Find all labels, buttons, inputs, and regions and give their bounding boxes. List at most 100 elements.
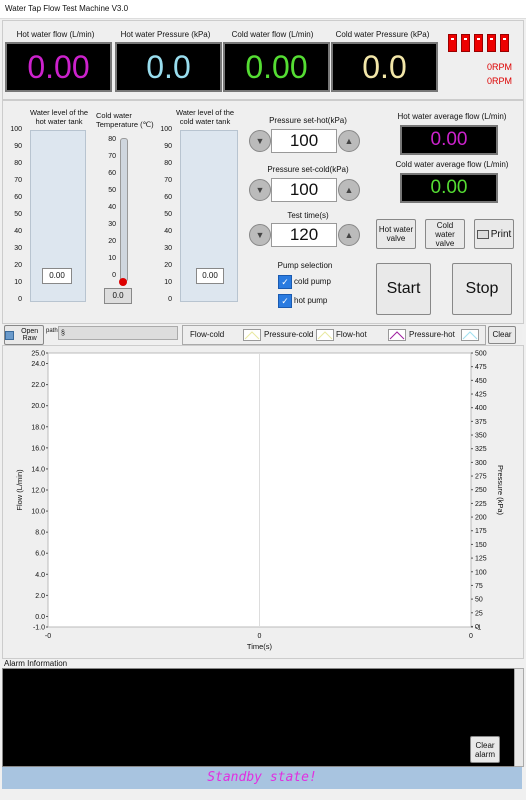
scale-tick: 80 bbox=[164, 160, 172, 167]
pressure-hot-input[interactable]: 100 bbox=[271, 129, 337, 153]
clear-alarm-label: Clear alarm bbox=[474, 740, 495, 759]
pressure-hot-decrease-button[interactable]: ▼ bbox=[249, 130, 271, 152]
test-time-decrease-button[interactable]: ▼ bbox=[249, 224, 271, 246]
scale-tick: 90 bbox=[14, 143, 22, 150]
alarm-scrollbar[interactable] bbox=[514, 668, 524, 767]
cold-flow-display: 0.00 bbox=[223, 42, 330, 92]
open-raw-button[interactable]: Open Raw bbox=[4, 325, 44, 345]
y2-axis-tick-label: 125 bbox=[475, 556, 487, 563]
hot-flow-label: Hot water flow (L/min) bbox=[16, 30, 95, 39]
y2-axis-tick-label: 475 bbox=[475, 364, 487, 371]
temperature-label: Cold water Temperature (℃) bbox=[96, 111, 154, 129]
y2-axis-tick-label: 300 bbox=[475, 460, 487, 467]
cold-pressure-label: Cold water Pressure (kPa) bbox=[335, 30, 430, 39]
y2-axis-tick-label: 225 bbox=[475, 501, 487, 508]
x-axis-tick-label: 0 bbox=[258, 633, 262, 640]
pressure-cold-label: Pressure set-cold(kPa) bbox=[267, 165, 349, 174]
y-axis-tick-label: 10.0 bbox=[31, 509, 45, 516]
hot-average-label: Hot water average flow (L/min) bbox=[397, 112, 507, 121]
temp-tick: 50 bbox=[108, 187, 116, 194]
test-time-increase-button[interactable]: ▲ bbox=[338, 224, 360, 246]
scale-tick: 60 bbox=[14, 194, 22, 201]
folder-icon bbox=[5, 330, 15, 340]
hot-average-display: 0.00 bbox=[400, 125, 498, 155]
scale-tick: 10 bbox=[164, 279, 172, 286]
print-button[interactable]: Print bbox=[474, 219, 514, 249]
pressure-cold-increase-button[interactable]: ▲ bbox=[338, 179, 360, 201]
path-label: path bbox=[46, 328, 58, 334]
scale-tick: 10 bbox=[14, 279, 22, 286]
indicator-light-5 bbox=[500, 34, 509, 52]
path-field[interactable]: § bbox=[58, 326, 178, 340]
print-label: Print bbox=[490, 228, 512, 240]
pressure-cold-input[interactable]: 100 bbox=[271, 178, 337, 202]
hot-pump-label: hot pump bbox=[294, 296, 328, 305]
scale-tick: 100 bbox=[160, 126, 172, 133]
scale-tick: 70 bbox=[164, 177, 172, 184]
y2-axis-tick-label: 350 bbox=[475, 433, 487, 440]
scale-tick: 0 bbox=[18, 296, 22, 303]
legend-swatch-pressure-cold bbox=[316, 329, 334, 341]
cold-average-label: Cold water average flow (L/min) bbox=[395, 160, 509, 169]
pressure-hot-increase-button[interactable]: ▲ bbox=[338, 130, 360, 152]
cold-pump-label: cold pump bbox=[294, 277, 331, 286]
temp-tick: 60 bbox=[108, 170, 116, 177]
start-button[interactable]: Start bbox=[376, 263, 431, 315]
scale-tick: 40 bbox=[14, 228, 22, 235]
scale-tick: 70 bbox=[14, 177, 22, 184]
temp-tick: 40 bbox=[108, 204, 116, 211]
up-arrow-icon: ▲ bbox=[344, 136, 354, 146]
hot-valve-button[interactable]: Hot water valve bbox=[376, 219, 416, 249]
y2-axis-tick-label: 375 bbox=[475, 419, 487, 426]
scale-tick: 80 bbox=[14, 160, 22, 167]
clear-alarm-button[interactable]: Clear alarm bbox=[470, 736, 500, 763]
flow-pressure-chart: 25.0 24.0 22.0 20.0 18.0 16.0 14.0 12.0 10.0 8.0 6… bbox=[15, 351, 505, 652]
temp-tick: 30 bbox=[108, 221, 116, 228]
hot-pressure-label: Hot water Pressure (kPa) bbox=[120, 30, 211, 39]
scale-tick: 100 bbox=[10, 126, 22, 133]
clear-chart-button[interactable]: Clear bbox=[488, 326, 516, 344]
y2-axis-tick-label: 450 bbox=[475, 378, 487, 385]
hot-flow-display: 0.00 bbox=[5, 42, 112, 92]
status-bar: Standby state! bbox=[2, 767, 522, 789]
temp-tick: 20 bbox=[108, 238, 116, 245]
thermometer-tube bbox=[120, 138, 128, 282]
stop-button[interactable]: Stop bbox=[452, 263, 512, 315]
hot-valve-label: Hot water valve bbox=[378, 225, 414, 243]
hot-tank-label: Water level of the hot water tank bbox=[29, 108, 89, 126]
up-arrow-icon: ▲ bbox=[344, 185, 354, 195]
y2-axis-tick-label: -1 bbox=[475, 625, 481, 632]
scale-tick: 90 bbox=[164, 143, 172, 150]
status-text: Standby state! bbox=[207, 770, 317, 785]
title-bar: Water Tap Flow Test Machine V3.0 bbox=[0, 0, 526, 19]
cold-pressure-display: 0.0 bbox=[331, 42, 438, 92]
rpm-readout-1: 0RPM bbox=[486, 62, 512, 72]
cold-tank-scale: 100 90 80 70 60 50 40 30 20 10 0 bbox=[158, 126, 178, 303]
down-arrow-icon: ▼ bbox=[255, 136, 265, 146]
cold-valve-button[interactable]: Cold water valve bbox=[425, 219, 465, 249]
cold-flow-label: Cold water flow (L/min) bbox=[231, 30, 314, 39]
y2-axis-tick-label: 275 bbox=[475, 474, 487, 481]
y-axis-tick-label: 2.0 bbox=[35, 593, 45, 600]
alarm-label: Alarm Information bbox=[4, 659, 68, 668]
x-axis-tick-label: 0 bbox=[469, 633, 473, 640]
hot-pump-checkbox[interactable]: ✓ bbox=[278, 294, 292, 308]
test-time-input[interactable]: 120 bbox=[271, 223, 337, 247]
hot-tank-level-value: 0.00 bbox=[42, 268, 72, 284]
y-axis-tick-label: 24.0 bbox=[31, 361, 45, 368]
thermometer-scale: 80 70 60 50 40 30 20 10 0 bbox=[102, 136, 118, 286]
scale-tick: 60 bbox=[164, 194, 172, 201]
legend-item-flow-cold: Flow-cold bbox=[190, 330, 225, 339]
cold-pump-checkbox[interactable]: ✓ bbox=[278, 275, 292, 289]
hot-tank-scale: 100 90 80 70 60 50 40 30 20 10 0 bbox=[8, 126, 28, 303]
thermometer-bulb bbox=[119, 278, 127, 286]
scale-tick: 20 bbox=[164, 262, 172, 269]
scale-tick: 30 bbox=[14, 245, 22, 252]
hot-pressure-display: 0.0 bbox=[115, 42, 222, 92]
y2-axis-tick-label: 425 bbox=[475, 392, 487, 399]
rpm-readout-2: 0RPM bbox=[486, 76, 512, 86]
pressure-cold-decrease-button[interactable]: ▼ bbox=[249, 179, 271, 201]
indicator-light-2 bbox=[461, 34, 470, 52]
y-axis-tick-label: 14.0 bbox=[31, 466, 45, 473]
y2-axis-tick-label: 50 bbox=[475, 597, 483, 604]
